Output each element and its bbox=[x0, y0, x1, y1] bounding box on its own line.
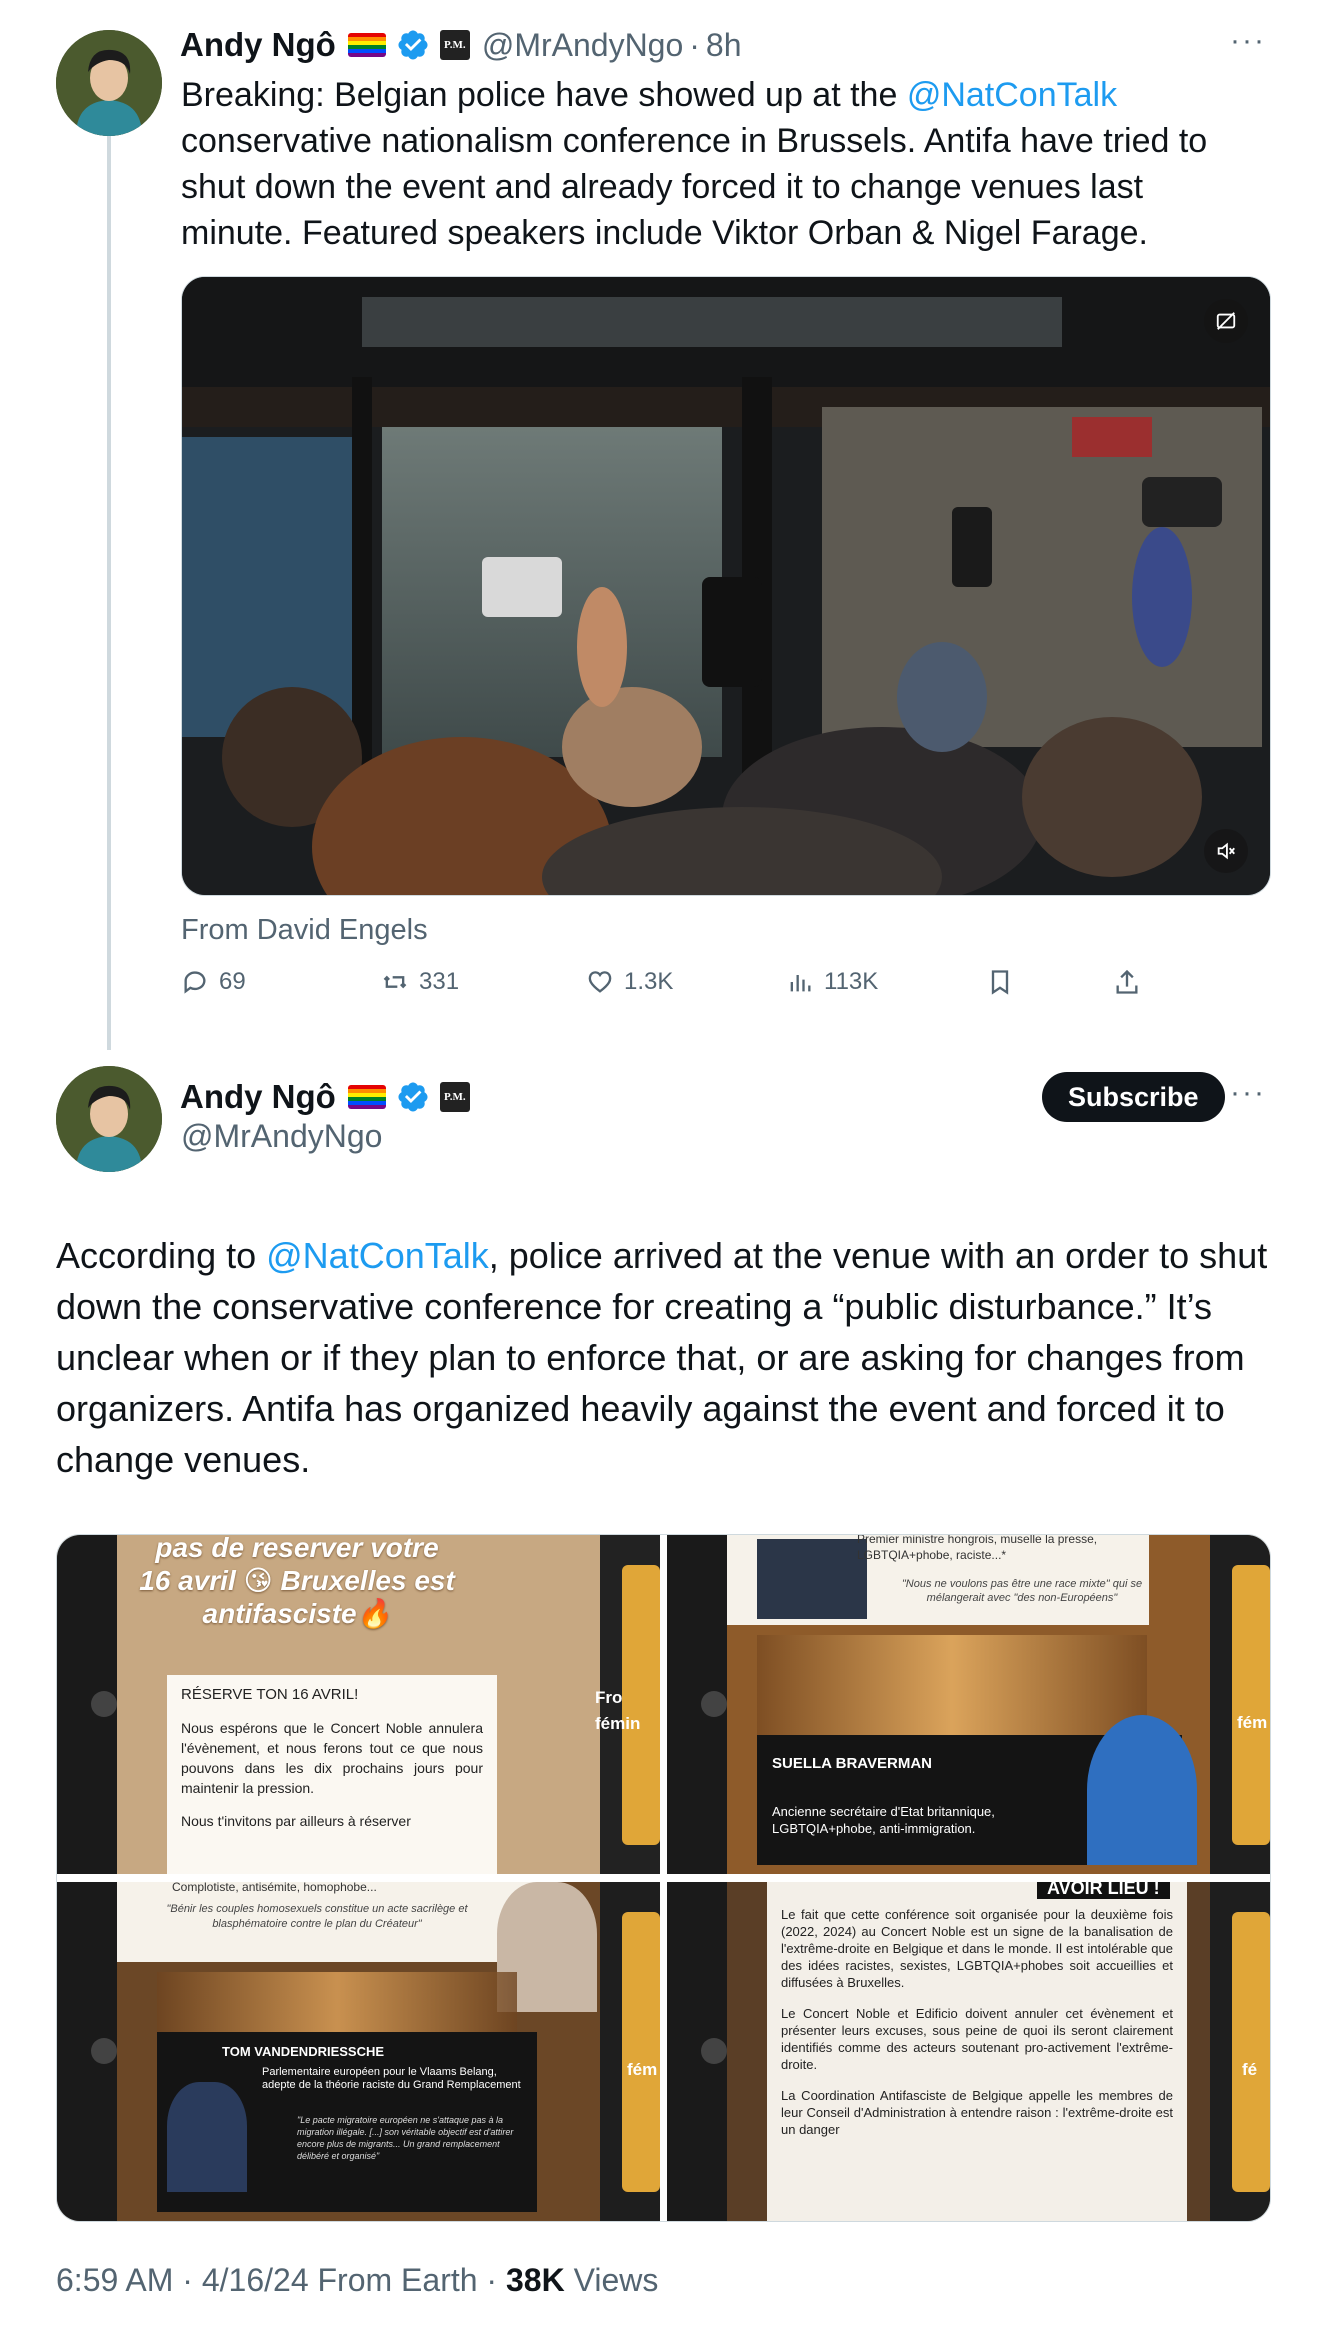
statement-paragraph: Le Concert Noble et Edificio doivent ann… bbox=[781, 2006, 1173, 2072]
verified-badge-icon[interactable] bbox=[396, 28, 430, 62]
bookmark-button[interactable] bbox=[986, 968, 1024, 996]
reply-count: 69 bbox=[219, 968, 246, 995]
more-options-button[interactable]: ··· bbox=[1230, 1076, 1266, 1110]
side-text: fém bbox=[1237, 1713, 1268, 1732]
thread-line bbox=[107, 135, 111, 1050]
side-text: fém bbox=[627, 2060, 658, 2079]
side-text: fé bbox=[1242, 2060, 1258, 2079]
flag-media-icon[interactable] bbox=[1204, 299, 1248, 343]
subscribe-button[interactable]: Subscribe bbox=[1042, 1072, 1225, 1122]
avatar[interactable] bbox=[56, 1066, 162, 1172]
quote-text: "Nous ne voulons pas être une race mixte… bbox=[901, 1578, 1143, 1604]
notice-card: RÉSERVE TON 16 AVRIL! Nous espérons que … bbox=[167, 1675, 497, 1874]
prev-arrow-icon bbox=[701, 1691, 727, 1717]
person-name: TOM VANDENDRIESSCHE bbox=[222, 2044, 385, 2059]
quote-text: "Le pacte migratoire européen ne s'attaq… bbox=[297, 2115, 514, 2161]
statement-paragraph: Le fait que cette conférence soit organi… bbox=[781, 1907, 1173, 1990]
heart-icon bbox=[588, 971, 612, 993]
image-grid: Fro fémin pas de reserver votre 16 avril… bbox=[56, 1534, 1271, 2222]
more-options-button[interactable]: ··· bbox=[1230, 24, 1266, 58]
rainbow-flag-icon bbox=[347, 1085, 386, 1109]
tweet-time[interactable]: 8h bbox=[706, 27, 742, 64]
card-title: RÉSERVE TON 16 AVRIL! bbox=[181, 1686, 359, 1703]
analytics-icon bbox=[790, 975, 811, 992]
card-header: AVOIR LIEU ! bbox=[1037, 1882, 1170, 1899]
tweet1-text: Breaking: Belgian police have showed up … bbox=[181, 72, 1261, 256]
like-button[interactable]: 1.3K bbox=[586, 968, 673, 996]
tweet1-text-part: Breaking: Belgian police have showed up … bbox=[181, 76, 907, 114]
prev-arrow-icon bbox=[91, 2038, 117, 2064]
reply-icon bbox=[184, 971, 206, 994]
grid-image-1[interactable]: Fro fémin pas de reserver votre 16 avril… bbox=[57, 1535, 660, 1874]
post-source: From Earth bbox=[308, 2262, 478, 2298]
author-name[interactable]: Andy Ngô bbox=[180, 1078, 336, 1116]
like-count: 1.3K bbox=[624, 968, 674, 995]
banner-text: pas de reserver votre 16 avril 😘 Bruxell… bbox=[139, 1535, 455, 1629]
bookmark-icon bbox=[991, 970, 1009, 995]
tweet2-text-part: According to bbox=[56, 1235, 267, 1276]
prev-arrow-icon bbox=[701, 2038, 727, 2064]
card-text: Nous t'invitons par ailleurs à réserver bbox=[181, 1813, 411, 1829]
views-button[interactable]: 113K bbox=[786, 968, 878, 996]
person-desc: Parlementaire européen pour le Vlaams Be… bbox=[262, 2066, 521, 2091]
affiliate-badge-icon[interactable]: P.M. bbox=[439, 30, 470, 60]
separator-dot: · bbox=[689, 26, 700, 63]
mention-link[interactable]: @NatConTalk bbox=[907, 76, 1117, 114]
tweet1-actions: 69 331 1.3K 113K bbox=[181, 968, 1141, 1008]
media-source: From David Engels bbox=[181, 914, 428, 946]
views-label: Views bbox=[564, 2262, 659, 2298]
repost-button[interactable]: 331 bbox=[381, 968, 459, 996]
mention-link[interactable]: @NatConTalk bbox=[266, 1235, 489, 1276]
view-count: 113K bbox=[824, 968, 879, 995]
avatar-illustration bbox=[56, 1066, 162, 1172]
quote-text: "Bénir les couples homosexuels constitue… bbox=[166, 1903, 468, 1930]
tweet1-text-part: conservative nationalism conference in B… bbox=[181, 122, 1208, 252]
side-text: Fro fémin bbox=[595, 1688, 641, 1733]
top-text: Complotiste, antisémite, homophobe... bbox=[172, 1882, 377, 1894]
statement-card: Le fait que cette conférence soit organi… bbox=[767, 1882, 1187, 2221]
card-text: Nous espérons que le Concert Noble annul… bbox=[181, 1720, 483, 1796]
share-button[interactable] bbox=[1113, 968, 1151, 996]
tweet2-text: According to @NatConTalk, police arrived… bbox=[56, 1230, 1276, 1485]
tweet1-header: Andy Ngô P.M. @MrAndyNgo · 8h bbox=[180, 24, 742, 66]
avatar-illustration bbox=[56, 30, 162, 136]
grid-image-3[interactable]: fém Complotiste, antisémite, homophobe..… bbox=[57, 1882, 660, 2221]
separator-dot: · bbox=[477, 2262, 506, 2298]
share-icon bbox=[1116, 969, 1138, 994]
tweet2-header: Andy Ngô P.M. bbox=[180, 1076, 470, 1118]
author-name[interactable]: Andy Ngô bbox=[180, 26, 336, 64]
mute-icon[interactable] bbox=[1204, 829, 1248, 873]
avatar[interactable] bbox=[56, 30, 162, 136]
reply-button[interactable]: 69 bbox=[181, 968, 246, 996]
repost-count: 331 bbox=[419, 968, 460, 995]
repost-icon bbox=[383, 975, 407, 989]
statement-paragraph: La Coordination Antifasciste de Belgique… bbox=[781, 2088, 1173, 2137]
author-handle[interactable]: @MrAndyNgo bbox=[482, 27, 683, 64]
top-text: Premier ministre hongrois, muselle la pr… bbox=[857, 1535, 1098, 1562]
person-desc: Ancienne secrétaire d'Etat britannique, … bbox=[772, 1804, 995, 1836]
grid-image-4[interactable]: fé Le fait que cette conférence soit org… bbox=[667, 1882, 1270, 2221]
author-handle[interactable]: @MrAndyNgo bbox=[181, 1118, 382, 1155]
person-name: SUELLA BRAVERMAN bbox=[772, 1755, 932, 1772]
video-player[interactable] bbox=[181, 276, 1271, 896]
affiliate-badge-icon[interactable]: P.M. bbox=[439, 1082, 470, 1112]
views-count: 38K bbox=[505, 2262, 565, 2298]
grid-image-2[interactable]: fém Premier ministre hongrois, muselle l… bbox=[667, 1535, 1270, 1874]
prev-arrow-icon bbox=[91, 1691, 117, 1717]
separator-dot: · bbox=[173, 2262, 202, 2298]
post-date[interactable]: 4/16/24 bbox=[202, 2262, 309, 2298]
video-frame bbox=[182, 277, 1270, 895]
tweet-footer: 6:59 AM · 4/16/24 From Earth · 38K Views bbox=[56, 2262, 658, 2299]
verified-badge-icon[interactable] bbox=[396, 1080, 430, 1114]
rainbow-flag-icon bbox=[347, 33, 386, 57]
post-time[interactable]: 6:59 AM bbox=[56, 2262, 173, 2298]
